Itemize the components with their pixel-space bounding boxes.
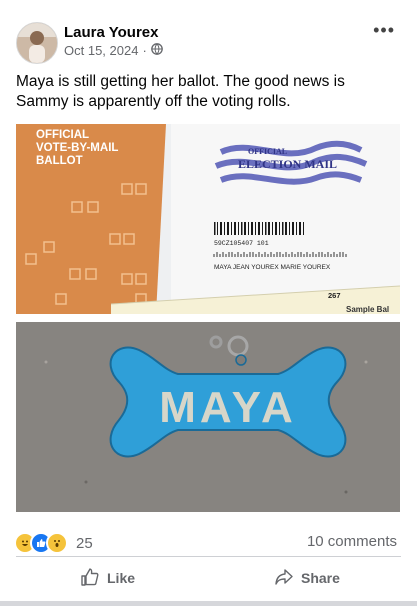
post-bottom-bar [0, 601, 417, 606]
meta-separator: · [142, 43, 147, 58]
like-label: Like [107, 570, 136, 586]
reaction-count: 25 [76, 534, 93, 552]
avatar[interactable] [16, 22, 58, 64]
post-text: Maya is still getting her ballot. The go… [16, 73, 345, 110]
ballot-label-line-1: OFFICIAL [36, 129, 89, 141]
card-number: 267 [328, 291, 341, 300]
barcode-number: 59CZ105407 101 [214, 240, 269, 247]
ballot-label-line-3: BALLOT [36, 155, 83, 167]
reaction-summary[interactable]: 25 [14, 532, 93, 554]
share-arrow-icon [274, 567, 294, 590]
ballot-photo[interactable]: OFFICIAL VOTE-BY-MAIL BALLOT OFFICIAL EL… [16, 124, 400, 314]
share-button[interactable]: Share [274, 565, 340, 591]
logo-election-mail-text: ELECTION MAIL [238, 157, 337, 171]
logo-official-text: OFFICIAL [248, 147, 287, 156]
globe-icon [150, 43, 163, 58]
addressee-text: MAYA JEAN YOUREX MARIE YOUREX [214, 264, 331, 271]
ballot-label-line-2: VOTE-BY-MAIL [36, 142, 118, 154]
author-name[interactable]: Laura Yourex [64, 24, 158, 41]
tag-name-text: MAYA [159, 383, 296, 432]
card-label: Sample Bal [346, 305, 389, 314]
share-label: Share [301, 570, 340, 586]
more-options-icon[interactable]: ••• [373, 20, 395, 41]
comments-count[interactable]: 10 comments [307, 533, 397, 550]
post-meta: Oct 15, 2024 · [64, 43, 163, 58]
wow-reaction-icon [46, 532, 68, 554]
post-card: Laura Yourex Oct 15, 2024 · ••• Maya is … [0, 0, 417, 606]
post-date[interactable]: Oct 15, 2024 [64, 43, 138, 58]
pet-tag-photo[interactable]: MAYA [16, 322, 400, 512]
divider [16, 556, 401, 557]
like-button[interactable]: Like [80, 565, 135, 591]
thumbs-up-icon [80, 567, 100, 590]
